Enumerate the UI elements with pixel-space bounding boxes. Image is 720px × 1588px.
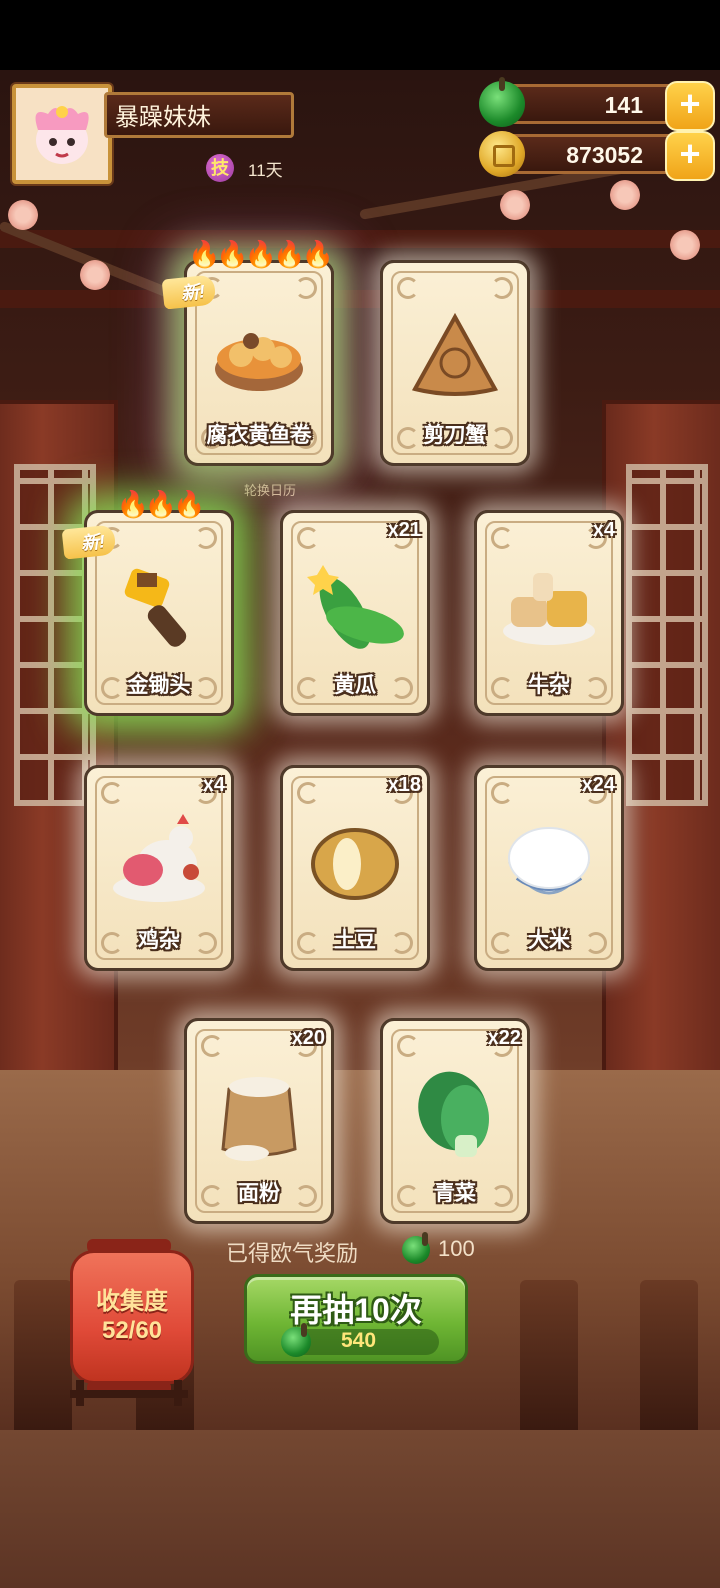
item-card[interactable]: 腐衣黄鱼卷 🔥🔥🔥🔥🔥 新! bbox=[161, 239, 334, 466]
swirl-decoration bbox=[297, 782, 319, 804]
potato-icon bbox=[311, 828, 399, 900]
greens-icon bbox=[418, 1071, 489, 1157]
item-name: 土豆 bbox=[334, 929, 376, 952]
player-avatar[interactable] bbox=[12, 84, 112, 184]
hammer-icon bbox=[124, 568, 187, 647]
triangle-icon bbox=[411, 312, 499, 396]
blossom-decoration bbox=[80, 260, 110, 290]
gem-icon bbox=[402, 1232, 430, 1264]
item-card[interactable]: 面粉 x20 bbox=[184, 1018, 334, 1224]
lantern-leg bbox=[174, 1380, 182, 1406]
item-card[interactable]: 剪刀蟹 bbox=[380, 260, 530, 466]
item-name: 大米 bbox=[528, 929, 570, 952]
item-name: 腐衣黄鱼卷 bbox=[206, 424, 312, 447]
item-count: x4 bbox=[202, 774, 225, 796]
lantern-leg bbox=[76, 1380, 84, 1406]
item-name: 黄瓜 bbox=[334, 674, 376, 697]
reward-label: 已得欧气奖励 bbox=[226, 1241, 359, 1266]
skill-badge-icon[interactable]: 技 bbox=[206, 154, 234, 182]
coin-counter: 873052 + bbox=[479, 131, 715, 181]
item-name: 金锄头 bbox=[127, 674, 191, 697]
blossom-decoration bbox=[670, 230, 700, 260]
item-card[interactable]: 青菜 x22 bbox=[380, 1018, 530, 1224]
roof-beam bbox=[0, 230, 720, 248]
blossom-decoration bbox=[500, 190, 530, 220]
item-card[interactable]: 鸡杂 x4 bbox=[84, 765, 234, 971]
rotation-calendar-caption: 轮换日历 bbox=[244, 483, 297, 498]
chicken-icon bbox=[113, 814, 205, 902]
item-count: x18 bbox=[387, 774, 421, 796]
swirl-decoration bbox=[491, 277, 513, 299]
item-card[interactable]: 土豆 x18 bbox=[280, 765, 430, 971]
draw-again-button[interactable]: 再抽10次 540 bbox=[244, 1274, 468, 1364]
draw-again-label: 再抽10次 bbox=[290, 1292, 422, 1328]
swirl-decoration bbox=[297, 527, 319, 549]
swirl-decoration bbox=[195, 527, 217, 549]
cucumber-icon bbox=[307, 565, 404, 649]
status-bar bbox=[0, 0, 720, 70]
swirl-decoration bbox=[101, 782, 123, 804]
item-count: x21 bbox=[387, 519, 421, 541]
swirl-decoration bbox=[295, 277, 317, 299]
item-name: 剪刀蟹 bbox=[423, 424, 487, 447]
swirl-decoration bbox=[491, 782, 513, 804]
collection-title: 收集度 bbox=[96, 1288, 168, 1315]
item-name: 青菜 bbox=[434, 1182, 476, 1205]
game-scene: 暴躁妹妹 技 11天 141 + 873052 + 轮换日历 腐衣黄鱼卷 🔥🔥🔥🔥… bbox=[0, 70, 720, 1588]
item-count: x4 bbox=[592, 519, 615, 541]
rarity-flames: 🔥🔥🔥 bbox=[116, 489, 205, 519]
rice-icon bbox=[508, 827, 590, 895]
swirl-decoration bbox=[491, 527, 513, 549]
draw-cost: 540 bbox=[341, 1329, 377, 1352]
swirl-decoration bbox=[397, 277, 419, 299]
coin-icon bbox=[479, 131, 525, 177]
avatar-icon bbox=[35, 106, 89, 164]
roof-beam bbox=[0, 290, 720, 308]
player-name: 暴躁妹妹 bbox=[104, 92, 294, 138]
beef-icon bbox=[503, 573, 595, 645]
add-gems-button[interactable]: + bbox=[665, 81, 715, 131]
item-name: 牛杂 bbox=[528, 674, 570, 697]
gem-amount: 141 bbox=[604, 92, 643, 118]
add-coins-button[interactable]: + bbox=[665, 131, 715, 181]
collection-progress: 52/60 bbox=[101, 1317, 163, 1344]
item-card[interactable]: 黄瓜 x21 bbox=[280, 510, 430, 716]
swirl-decoration bbox=[201, 1035, 223, 1057]
blossom-decoration bbox=[610, 180, 640, 210]
dish-icon bbox=[215, 333, 303, 391]
blossom-decoration bbox=[8, 200, 38, 230]
item-name: 面粉 bbox=[238, 1182, 280, 1205]
collection-lantern-button[interactable]: 收集度 52/60 bbox=[70, 1239, 194, 1395]
item-card[interactable]: 大米 x24 bbox=[474, 765, 624, 971]
gem-icon bbox=[479, 77, 525, 127]
gem-icon bbox=[281, 1323, 311, 1357]
item-count: x20 bbox=[291, 1027, 325, 1049]
rarity-flames: 🔥🔥🔥🔥🔥 bbox=[188, 239, 334, 269]
coin-amount: 873052 bbox=[566, 142, 643, 168]
flour-icon bbox=[221, 1077, 297, 1161]
reward-value: 100 bbox=[438, 1236, 475, 1261]
lantern-stand bbox=[70, 1390, 188, 1398]
item-count: x24 bbox=[581, 774, 615, 796]
swirl-decoration bbox=[397, 1035, 419, 1057]
skill-days: 11天 bbox=[248, 161, 283, 180]
item-card[interactable]: 牛杂 x4 bbox=[474, 510, 624, 716]
item-card[interactable]: 金锄头 🔥🔥🔥 新! bbox=[61, 489, 234, 716]
item-name: 鸡杂 bbox=[138, 929, 180, 952]
item-count: x22 bbox=[487, 1027, 521, 1049]
gem-counter: 141 + bbox=[479, 77, 715, 131]
